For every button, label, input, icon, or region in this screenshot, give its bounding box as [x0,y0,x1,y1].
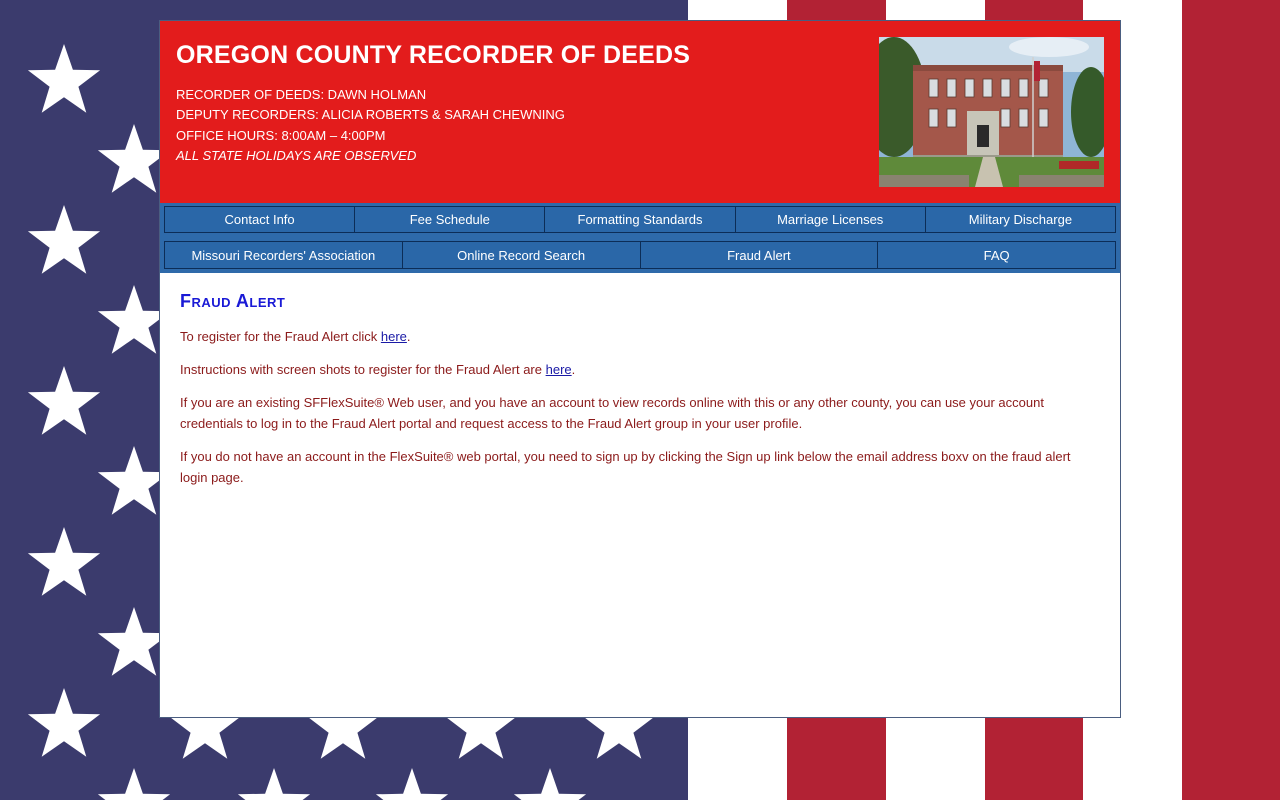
nav-marriage-licenses[interactable]: Marriage Licenses [735,206,926,233]
instructions-here-link[interactable]: here [546,362,572,377]
register-text-end: . [406,329,411,344]
nav-row-secondary: Missouri Recorders' Association Online R… [164,241,1116,269]
nav-fraud-alert[interactable]: Fraud Alert [640,241,879,269]
deputy-recorders: DEPUTY RECORDERS: ALICIA ROBERTS & SARAH… [176,107,565,122]
nav-contact-info[interactable]: Contact Info [164,206,356,233]
register-text: To register for the Fraud Alert click [180,329,381,344]
site-title: OREGON COUNTY RECORDER OF DEEDS [176,41,691,69]
nav-military-discharge[interactable]: Military Discharge [925,206,1117,233]
nav-formatting-standards[interactable]: Formatting Standards [545,206,736,233]
instructions-paragraph: Instructions with screen shots to regist… [180,359,1100,380]
new-user-paragraph: If you do not have an account in the Fle… [180,449,1071,485]
register-here-link[interactable]: here [381,329,407,344]
main-navigation: Contact Info Fee Schedule Formatting Sta… [160,203,1120,273]
existing-user-paragraph: If you are an existing SFFlexSuite® Web … [180,395,1044,431]
nav-missouri-recorders-association[interactable]: Missouri Recorders' Association [164,241,403,269]
nav-online-record-search[interactable]: Online Record Search [402,241,641,269]
register-paragraph: To register for the Fraud Alert click he… [180,326,1100,347]
instructions-text: Instructions with screen shots to regist… [180,362,546,377]
nav-fee-schedule[interactable]: Fee Schedule [355,206,546,233]
nav-row-primary: Contact Info Fee Schedule Formatting Sta… [164,206,1117,233]
courthouse-photo [879,37,1104,187]
page-container: OREGON COUNTY RECORDER OF DEEDS RECORDER… [159,20,1121,718]
page-title: Fraud Alert [180,291,286,311]
recorder-name: RECORDER OF DEEDS: DAWN HOLMAN [176,87,427,102]
holidays-notice: ALL STATE HOLIDAYS ARE OBSERVED [176,148,417,163]
nav-faq[interactable]: FAQ [878,241,1116,269]
main-content: Fraud Alert To register for the Fraud Al… [180,291,1100,500]
office-hours: OFFICE HOURS: 8:00AM – 4:00PM [176,128,386,143]
instructions-text-end: . [571,362,576,377]
site-header: OREGON COUNTY RECORDER OF DEEDS RECORDER… [160,21,1120,203]
